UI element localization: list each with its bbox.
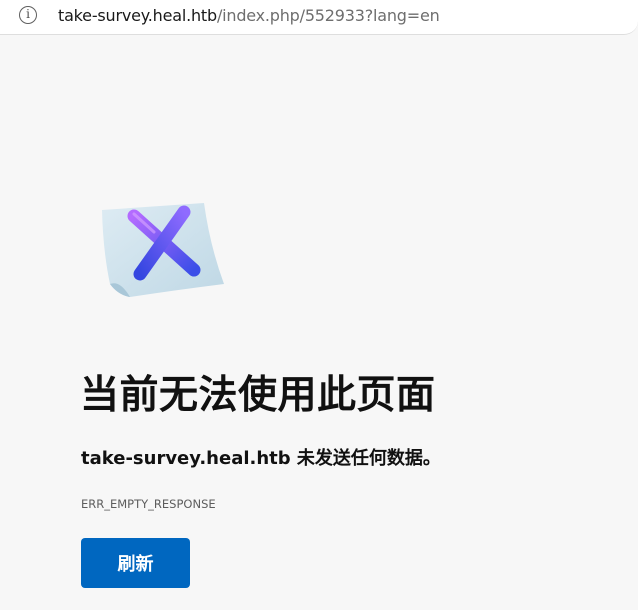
error-code: ERR_EMPTY_RESPONSE — [81, 497, 216, 511]
address-bar[interactable]: i take-survey.heal.htb/index.php/552933?… — [0, 0, 638, 35]
url-path: /index.php/552933?lang=en — [216, 6, 440, 25]
url-text[interactable]: take-survey.heal.htb/index.php/552933?la… — [58, 6, 440, 25]
refresh-button[interactable]: 刷新 — [81, 538, 190, 588]
error-document-x-icon — [96, 196, 231, 301]
page-title: 当前无法使用此页面 — [80, 373, 436, 418]
info-icon[interactable]: i — [19, 6, 37, 24]
url-host: take-survey.heal.htb — [58, 6, 217, 25]
error-message: take-survey.heal.htb 未发送任何数据。 — [81, 448, 441, 469]
